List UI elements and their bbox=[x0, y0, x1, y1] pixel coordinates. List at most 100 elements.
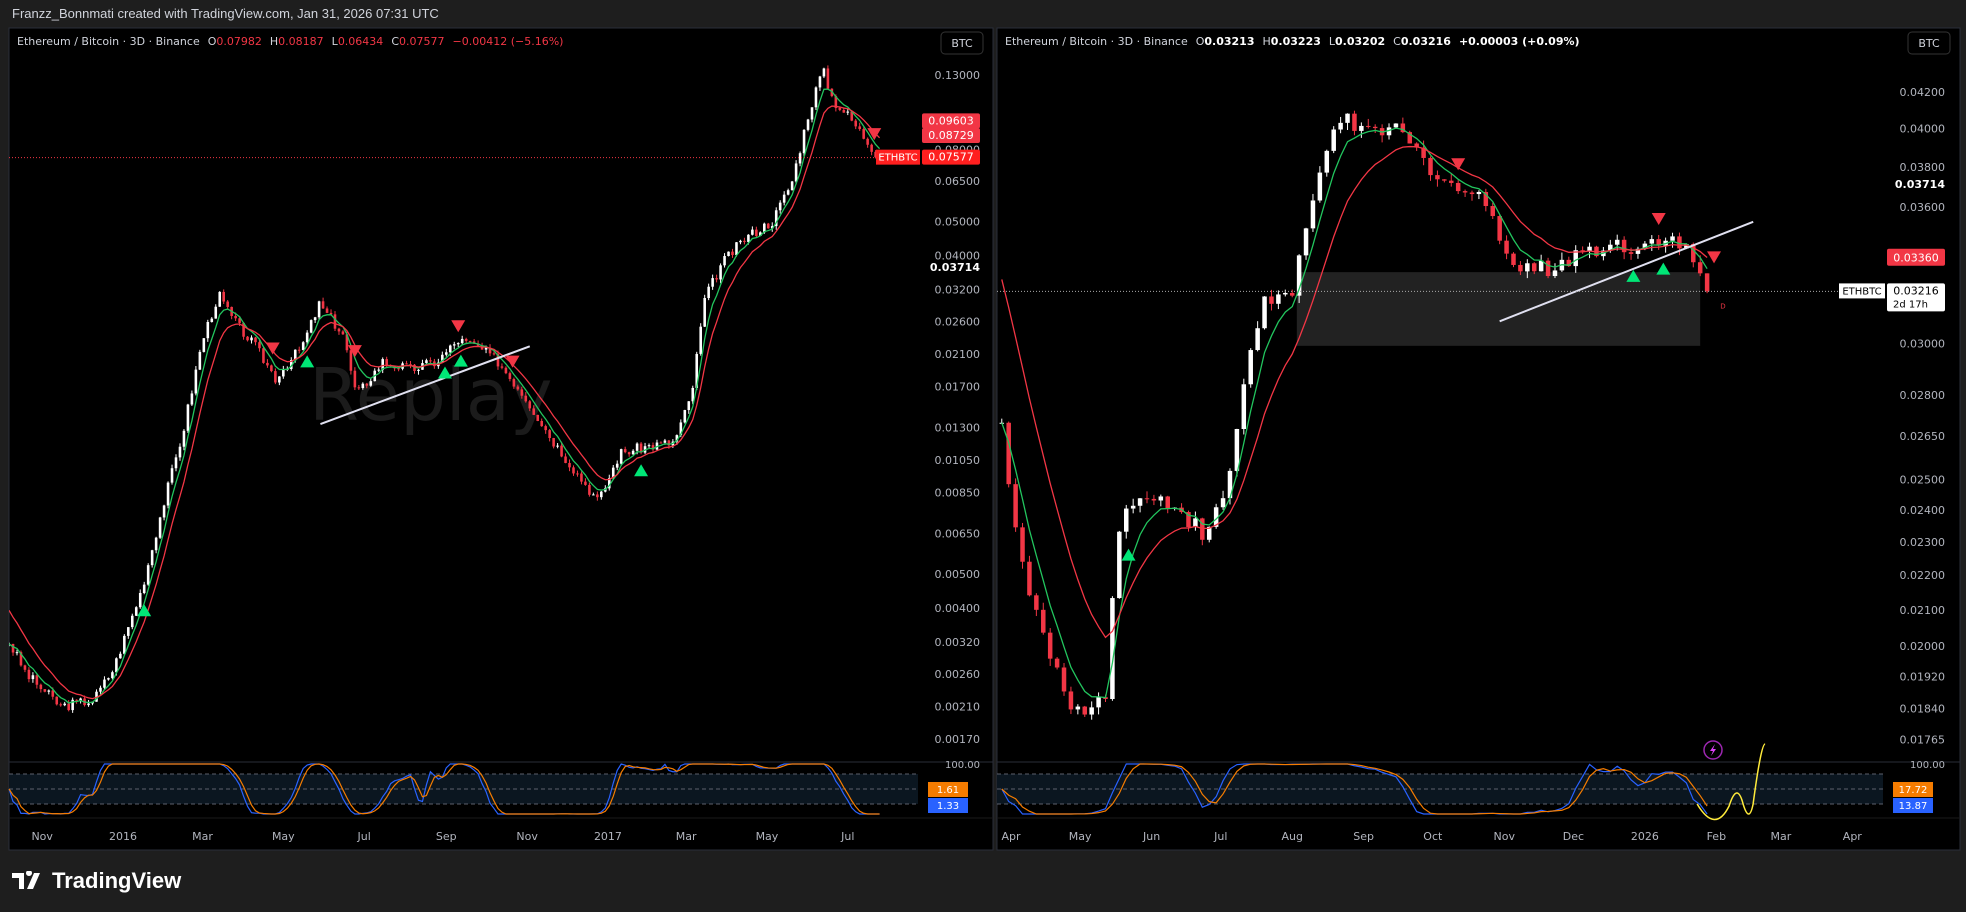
candle-body bbox=[1289, 292, 1295, 296]
candle-body bbox=[464, 338, 468, 341]
oscillator-max-label: 100.00 bbox=[945, 760, 980, 771]
ohlc-chg: −0.00412 (−5.16%) bbox=[453, 35, 564, 48]
stoch-k-value: 1.33 bbox=[937, 801, 959, 812]
candle-body bbox=[711, 278, 714, 287]
y-tick-label: 0.04000 bbox=[1900, 122, 1946, 135]
candle-body bbox=[1020, 527, 1025, 562]
candle-body bbox=[1269, 296, 1274, 304]
candle-body bbox=[1628, 252, 1634, 254]
y-tick-label: 0.03000 bbox=[1900, 337, 1946, 350]
candle-body bbox=[162, 505, 166, 518]
candle-body bbox=[663, 440, 667, 443]
x-tick-label: Sep bbox=[1353, 830, 1374, 843]
candle-body bbox=[751, 229, 754, 235]
candle-body bbox=[1193, 518, 1198, 528]
candle-body bbox=[166, 482, 170, 506]
x-tick-label: Jul bbox=[840, 830, 854, 843]
candle-body bbox=[1054, 658, 1060, 668]
candle-body bbox=[683, 410, 687, 423]
candle-body bbox=[317, 301, 321, 318]
candle-body bbox=[596, 494, 599, 498]
candle-body bbox=[635, 443, 639, 451]
y-tick-label: 0.02000 bbox=[1900, 640, 1946, 653]
marker-price-label: 0.03714 bbox=[1895, 178, 1945, 191]
candle-body bbox=[528, 401, 532, 409]
candle-body bbox=[1697, 262, 1703, 274]
tradingview-logo[interactable]: TradingView bbox=[12, 868, 181, 894]
panel-background bbox=[996, 27, 1961, 851]
candle-body bbox=[556, 445, 559, 447]
candle-body bbox=[1075, 706, 1081, 710]
candle-body bbox=[1511, 253, 1516, 265]
candle-body bbox=[87, 703, 90, 706]
x-tick-label: Dec bbox=[1563, 830, 1584, 843]
candle-body bbox=[1068, 691, 1074, 710]
candle-body bbox=[592, 494, 595, 496]
candle-body bbox=[282, 369, 285, 377]
candle-body bbox=[357, 387, 361, 389]
candle-body bbox=[810, 107, 814, 120]
candle-body bbox=[234, 315, 237, 319]
candle-body bbox=[333, 314, 337, 329]
y-tick-label: 0.00850 bbox=[935, 487, 981, 500]
candle-body bbox=[1621, 239, 1627, 253]
candle-body bbox=[1449, 180, 1454, 183]
candle-body bbox=[564, 456, 567, 463]
candle-body bbox=[1490, 206, 1495, 217]
candle-body bbox=[802, 129, 806, 154]
candle-body bbox=[619, 449, 623, 464]
ohlc-o: 0.07982 bbox=[216, 35, 262, 48]
x-tick-label: Jul bbox=[357, 830, 371, 843]
candle-body bbox=[194, 369, 198, 394]
candle-body bbox=[1061, 667, 1067, 692]
candle-body bbox=[548, 430, 551, 439]
candle-body bbox=[1476, 191, 1482, 195]
x-tick-label: Mar bbox=[1770, 830, 1791, 843]
x-tick-label: Sep bbox=[436, 830, 457, 843]
candle-body bbox=[512, 378, 516, 387]
candle-body bbox=[452, 344, 456, 346]
symbol-legend: Ethereum / Bitcoin · 3D · Binance O0.0798… bbox=[17, 35, 563, 48]
candle-body bbox=[1144, 498, 1150, 500]
x-tick-label: May bbox=[1069, 830, 1092, 843]
x-tick-label: Nov bbox=[516, 830, 538, 843]
candle-body bbox=[43, 689, 47, 692]
candle-body bbox=[1041, 609, 1046, 633]
candle-body bbox=[274, 371, 277, 383]
candle-body bbox=[818, 76, 822, 88]
candle-body bbox=[456, 343, 460, 345]
candle-body bbox=[854, 120, 858, 127]
candle-body bbox=[1531, 263, 1537, 272]
candle-body bbox=[1393, 123, 1399, 128]
y-tick-label: 0.02300 bbox=[1900, 536, 1946, 549]
tradingview-logo-icon bbox=[12, 871, 40, 889]
candle-body bbox=[325, 308, 329, 313]
candle-body bbox=[1455, 182, 1461, 192]
x-tick-label: Aug bbox=[1281, 830, 1302, 843]
candle-body bbox=[1117, 531, 1122, 599]
candle-body bbox=[341, 331, 345, 335]
ohlc-label: O bbox=[208, 35, 217, 48]
candle-body bbox=[1525, 263, 1530, 272]
candle-body bbox=[794, 163, 798, 182]
candle-body bbox=[1497, 216, 1502, 241]
candle-body bbox=[580, 473, 583, 482]
candle-body bbox=[1428, 157, 1433, 176]
candle-body bbox=[1283, 292, 1288, 295]
x-tick-label: 2026 bbox=[1631, 830, 1659, 843]
candle-body bbox=[1462, 191, 1468, 193]
candle-body bbox=[158, 517, 162, 538]
candle-body bbox=[715, 278, 718, 280]
candle-body bbox=[250, 337, 253, 341]
candle-body bbox=[516, 386, 520, 390]
chart-panel-right: Ethereum / Bitcoin · 3D · Binance O0.0321… bbox=[996, 27, 1961, 851]
candle-body bbox=[309, 320, 313, 333]
candle-body bbox=[536, 414, 540, 421]
ema-a-price-label: 0.09603 bbox=[928, 114, 974, 127]
candle-body bbox=[445, 352, 448, 355]
ohlc-h: 0.08187 bbox=[278, 35, 324, 48]
candle-body bbox=[1262, 296, 1267, 329]
candle-body bbox=[254, 337, 257, 343]
candle-body bbox=[115, 658, 118, 673]
candle-body bbox=[544, 426, 547, 431]
